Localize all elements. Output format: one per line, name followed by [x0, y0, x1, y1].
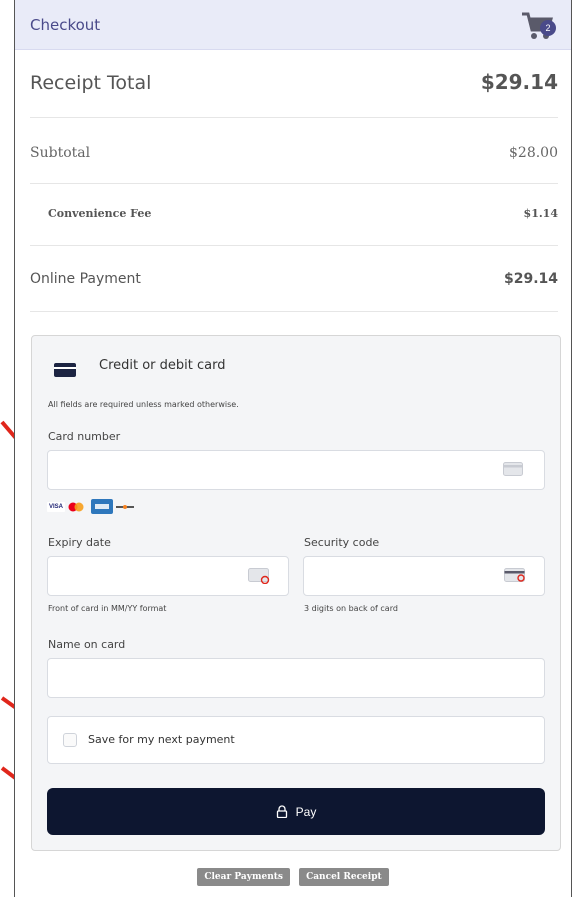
subtotal-label: Subtotal — [30, 145, 91, 161]
mastercard-logo — [68, 502, 84, 512]
online-payment-row: Online Payment $29.14 — [30, 246, 558, 312]
lock-icon — [276, 805, 287, 818]
receipt-total-value: $29.14 — [480, 70, 558, 94]
required-fields-note: All fields are required unless marked ot… — [48, 400, 239, 409]
receipt-total-row: Receipt Total $29.14 — [30, 50, 558, 118]
subtotal-row: Subtotal $28.00 — [30, 118, 558, 184]
receipt-total-label: Receipt Total — [30, 72, 152, 94]
visa-logo: VISA — [47, 502, 65, 512]
card-number-input[interactable] — [47, 450, 545, 490]
checkout-frame: Checkout 2 Receipt Total $29.14 Subtotal… — [14, 0, 572, 897]
pay-button-label: Pay — [295, 804, 317, 819]
page-title: Checkout — [30, 16, 101, 34]
convenience-fee-value: $1.14 — [523, 207, 558, 220]
save-payment-option[interactable]: Save for my next payment — [47, 716, 545, 764]
card-front-icon — [248, 568, 270, 584]
clear-payments-button[interactable]: Clear Payments — [197, 868, 290, 886]
convenience-fee-label: Convenience Fee — [48, 207, 152, 220]
save-payment-checkbox[interactable] — [63, 733, 77, 747]
card-back-icon — [504, 568, 525, 582]
cancel-receipt-button[interactable]: Cancel Receipt — [299, 868, 389, 886]
name-on-card-input[interactable] — [47, 658, 545, 698]
card-form-title: Credit or debit card — [99, 358, 226, 373]
cart-button[interactable]: 2 — [520, 10, 560, 44]
save-payment-label: Save for my next payment — [88, 733, 235, 746]
security-code-hint: 3 digits on back of card — [304, 604, 398, 613]
security-code-label: Security code — [304, 536, 380, 549]
receipt-actions: Clear Payments Cancel Receipt — [15, 864, 571, 886]
convenience-fee-row: Convenience Fee $1.14 — [30, 184, 558, 246]
expiry-date-hint: Front of card in MM/YY format — [48, 604, 167, 613]
checkout-header: Checkout 2 — [15, 0, 571, 50]
cart-count-badge: 2 — [540, 20, 556, 36]
card-placeholder-icon — [503, 462, 523, 476]
online-payment-label: Online Payment — [30, 271, 141, 287]
card-number-label: Card number — [48, 430, 121, 443]
online-payment-value: $29.14 — [503, 271, 558, 287]
pay-button[interactable]: Pay — [47, 788, 545, 835]
discover-logo — [116, 505, 134, 509]
expiry-date-label: Expiry date — [48, 536, 111, 549]
subtotal-value: $28.00 — [509, 145, 558, 161]
card-payment-panel: Credit or debit card All fields are requ… — [31, 335, 561, 851]
credit-card-icon — [54, 363, 76, 377]
name-on-card-label: Name on card — [48, 638, 126, 651]
amex-logo — [91, 499, 113, 514]
